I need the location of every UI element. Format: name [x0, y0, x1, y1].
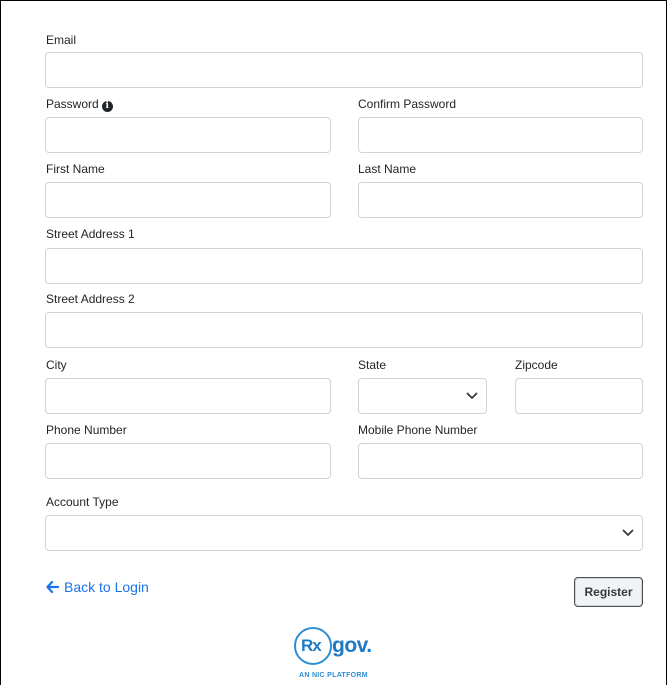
phone-number-label: Phone Number — [46, 423, 127, 437]
zipcode-label: Zipcode — [515, 358, 558, 372]
rxgov-logo: Rx gov. AN NIC PLATFORM — [288, 625, 384, 685]
info-circle-icon[interactable]: i — [101, 101, 113, 112]
street-address-2-label: Street Address 2 — [46, 292, 135, 306]
password-label: Password — [46, 97, 99, 111]
last-name-label: Last Name — [358, 162, 417, 176]
street-address-1-label: Street Address 1 — [46, 227, 135, 241]
back-to-login-label: Back to Login — [64, 579, 149, 595]
street-address-2-field[interactable] — [45, 312, 643, 348]
city-field[interactable] — [45, 378, 331, 414]
logo-gov-text: gov. — [332, 634, 372, 657]
logo-tagline: AN NIC PLATFORM — [299, 672, 368, 679]
mobile-phone-label: Mobile Phone Number — [358, 423, 478, 437]
confirm-password-label: Confirm Password — [358, 97, 457, 111]
phone-number-field[interactable] — [45, 443, 331, 479]
back-to-login-link[interactable]: Back to Login — [46, 579, 149, 595]
street-address-1-field[interactable] — [45, 248, 643, 284]
mobile-phone-field[interactable] — [358, 443, 643, 479]
state-select[interactable] — [358, 378, 487, 414]
first-name-field[interactable] — [45, 182, 331, 218]
account-type-label: Account Type — [46, 495, 119, 509]
register-button[interactable]: Register — [574, 577, 643, 607]
chevron-down-icon — [466, 392, 478, 399]
first-name-label: First Name — [46, 162, 105, 176]
account-type-select[interactable] — [45, 515, 643, 551]
password-field[interactable] — [45, 117, 331, 153]
last-name-field[interactable] — [358, 182, 643, 218]
email-field[interactable] — [45, 52, 643, 88]
confirm-password-field[interactable] — [358, 117, 643, 153]
city-label: City — [46, 358, 67, 372]
zipcode-field[interactable] — [515, 378, 643, 414]
password-label-wrap: Password i — [46, 97, 113, 112]
state-label: State — [358, 358, 387, 372]
arrow-left-icon — [46, 581, 59, 593]
chevron-down-icon — [622, 529, 634, 536]
logo-rx-text: Rx — [301, 636, 322, 655]
email-label: Email — [46, 33, 77, 47]
